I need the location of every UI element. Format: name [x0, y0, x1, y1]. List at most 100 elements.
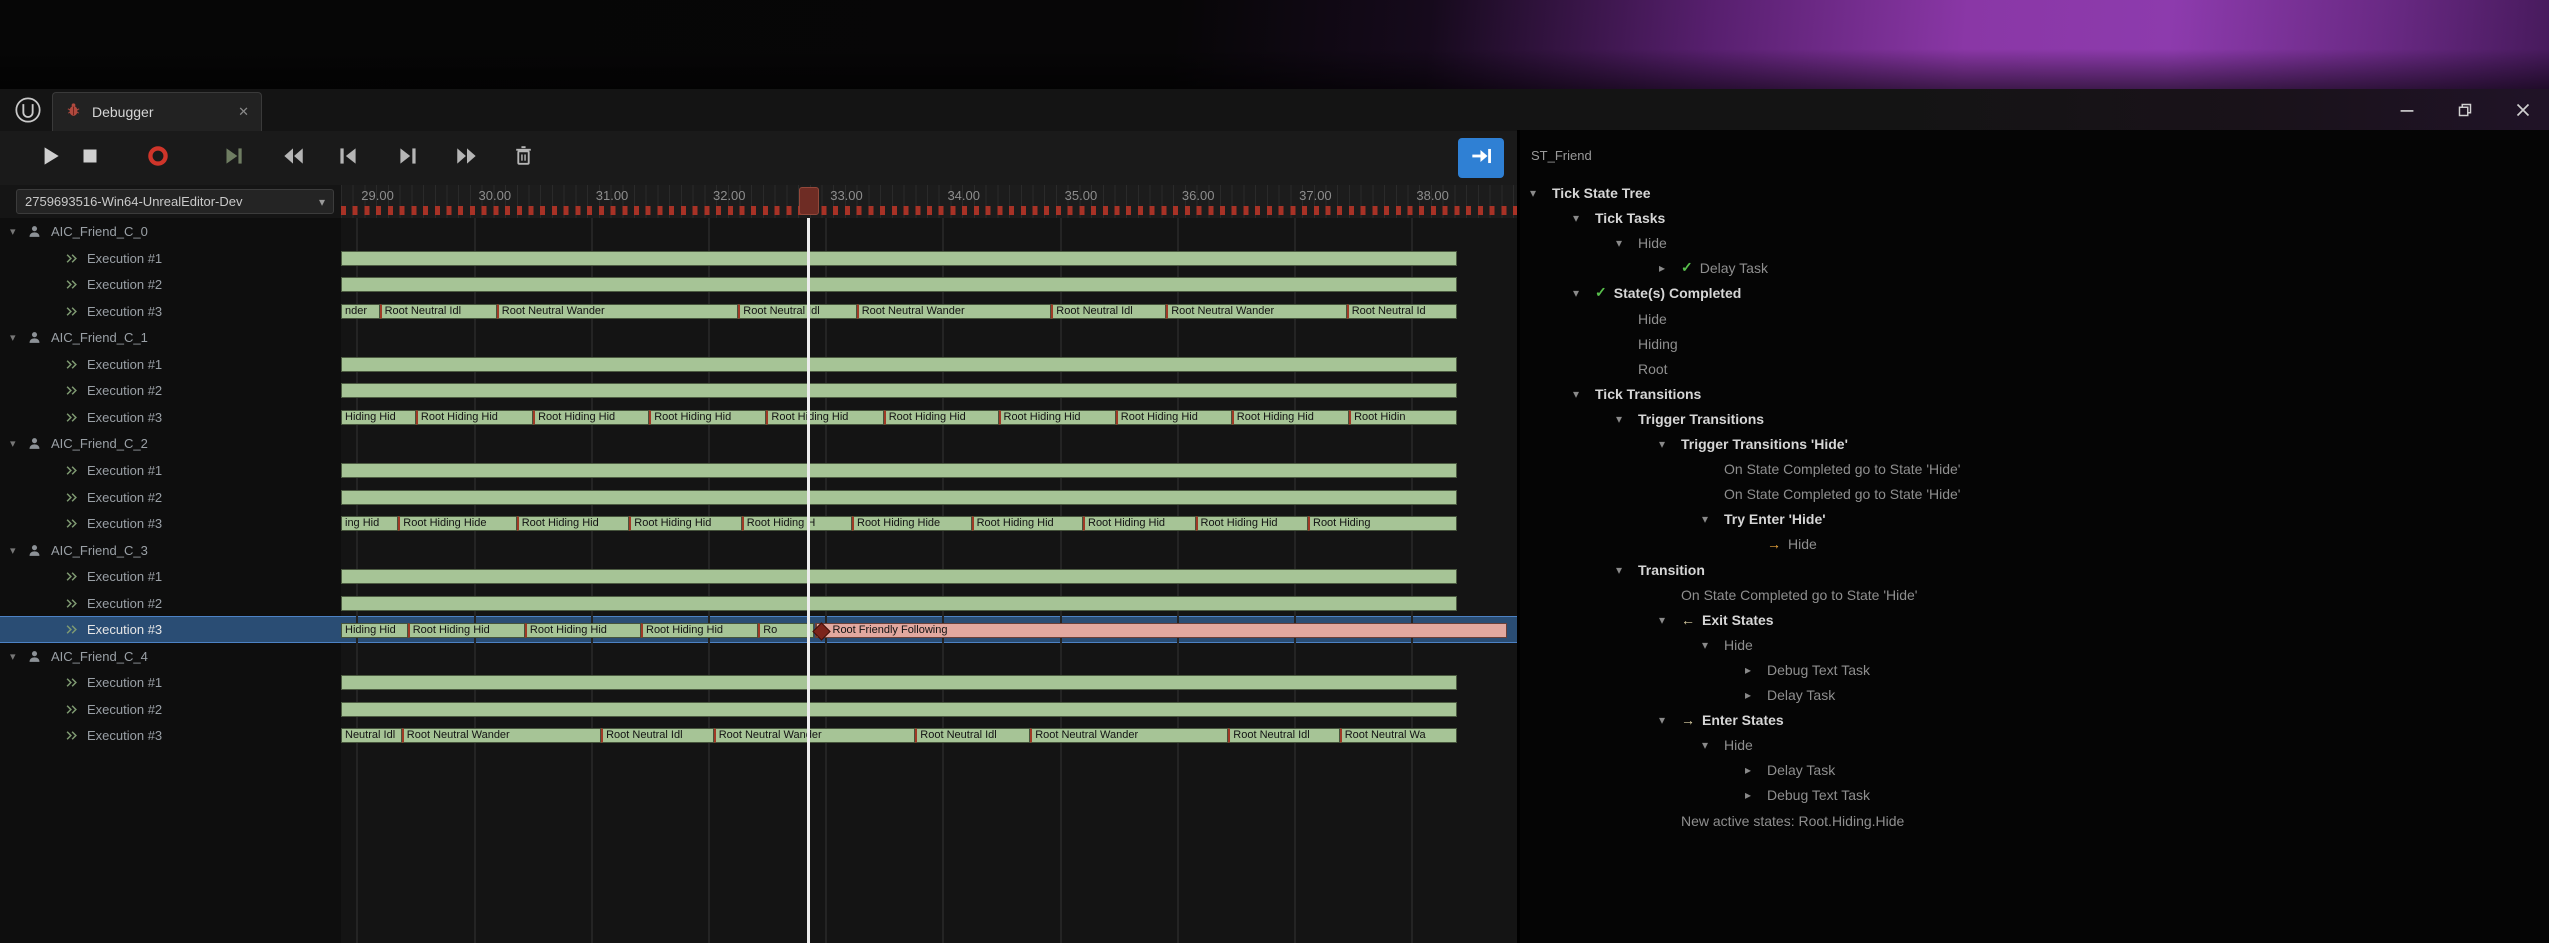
- event-tree-row[interactable]: Root: [1520, 356, 1668, 381]
- timeline-state-segment[interactable]: Root Hiding Hid: [649, 410, 766, 425]
- timeline-state-segment[interactable]: Root Hiding Hid: [1196, 516, 1309, 531]
- event-tree-row[interactable]: New active states: Root.Hiding.Hide: [1520, 808, 1904, 833]
- expander-icon[interactable]: ▾: [10, 544, 26, 557]
- expander-icon[interactable]: ▸: [1745, 763, 1767, 777]
- event-tree-row[interactable]: ▸✓Delay Task: [1520, 255, 1768, 280]
- step-forward-state-button[interactable]: [450, 138, 484, 178]
- timeline-state-segment[interactable]: Root Hiding Hid: [1232, 410, 1349, 425]
- timeline-state-segment[interactable]: Root Hiding Hid: [641, 623, 758, 638]
- expander-icon[interactable]: ▾: [1659, 713, 1681, 727]
- step-back-state-button[interactable]: [276, 138, 310, 178]
- step-back-frame-button[interactable]: [331, 138, 365, 178]
- expander-icon[interactable]: ▸: [1745, 688, 1767, 702]
- execution-row[interactable]: Execution #2: [0, 377, 341, 404]
- timeline-row[interactable]: [341, 245, 1517, 272]
- expander-icon[interactable]: ▾: [10, 650, 26, 663]
- expander-icon[interactable]: ▾: [1616, 412, 1638, 426]
- instance-row[interactable]: ▾AIC_Friend_C_3: [0, 537, 341, 564]
- timeline-row[interactable]: nderRoot Neutral IdlRoot Neutral WanderR…: [341, 298, 1517, 325]
- timeline-state-segment[interactable]: Root Hiding H: [742, 516, 852, 531]
- timeline-state-segment[interactable]: nder: [341, 304, 380, 319]
- timeline-ruler[interactable]: 29.0030.0031.0032.0033.0034.0035.0036.00…: [341, 185, 1517, 218]
- restore-button[interactable]: [2453, 98, 2477, 122]
- event-tree-row[interactable]: ▸Delay Task: [1520, 757, 1835, 782]
- timeline-state-segment[interactable]: Root Neutral Idl: [915, 728, 1030, 743]
- event-tree-row[interactable]: ▾Trigger Transitions 'Hide': [1520, 431, 1848, 456]
- expander-icon[interactable]: ▸: [1659, 261, 1681, 275]
- timeline-row[interactable]: [341, 351, 1517, 378]
- timeline-state-segment[interactable]: [341, 702, 1457, 717]
- event-tree-row[interactable]: ▾Hide: [1520, 732, 1753, 757]
- timeline-state-segment[interactable]: Root Hidin: [1349, 410, 1457, 425]
- execution-row[interactable]: Execution #1: [0, 245, 341, 272]
- expander-icon[interactable]: ▾: [1573, 286, 1595, 300]
- expander-icon[interactable]: ▾: [1702, 738, 1724, 752]
- timeline-row[interactable]: [341, 563, 1517, 590]
- event-tree-row[interactable]: Hiding: [1520, 331, 1678, 356]
- execution-row[interactable]: Execution #3: [0, 722, 341, 749]
- expander-icon[interactable]: ▾: [1702, 638, 1724, 652]
- timeline-state-segment[interactable]: Root Neutral Wander: [402, 728, 601, 743]
- event-tree-row[interactable]: ▾←Exit States: [1520, 607, 1774, 632]
- timeline-state-segment[interactable]: Ro: [758, 623, 814, 638]
- step-forward-frame-button[interactable]: [391, 138, 425, 178]
- timeline-state-segment[interactable]: Root Neutral Id: [1347, 304, 1457, 319]
- timeline-state-segment[interactable]: Root Neutral Idl: [380, 304, 497, 319]
- timeline-state-segment[interactable]: [341, 463, 1457, 478]
- timeline-state-segment[interactable]: [341, 490, 1457, 505]
- expander-icon[interactable]: ▾: [10, 331, 26, 344]
- timeline-state-segment[interactable]: Root Neutral Idl: [738, 304, 856, 319]
- timeline-state-segment[interactable]: [341, 277, 1457, 292]
- timeline-state-segment[interactable]: Hiding Hid: [341, 410, 416, 425]
- expander-icon[interactable]: ▸: [1745, 663, 1767, 677]
- delete-recording-button[interactable]: [506, 138, 540, 178]
- event-tree-row[interactable]: On State Completed go to State 'Hide': [1520, 582, 1917, 607]
- timeline-row[interactable]: Hiding HidRoot Hiding HidRoot Hiding Hid…: [341, 404, 1517, 431]
- timeline-state-segment[interactable]: Root Hiding Hid: [884, 410, 999, 425]
- go-to-latest-button[interactable]: [1458, 138, 1504, 178]
- execution-row[interactable]: Execution #3: [0, 510, 341, 537]
- session-dropdown[interactable]: 2759693516-Win64-UnrealEditor-Dev ▾: [16, 189, 334, 214]
- timeline-state-segment[interactable]: Root Neutral Wander: [857, 304, 1052, 319]
- execution-row[interactable]: Execution #1: [0, 351, 341, 378]
- timeline-row[interactable]: [341, 643, 1517, 670]
- event-tree-row[interactable]: ▾Tick Tasks: [1520, 205, 1665, 230]
- timeline-state-segment[interactable]: Root Neutral Wander: [1030, 728, 1228, 743]
- timeline-state-segment[interactable]: Root Hiding Hid: [533, 410, 649, 425]
- timeline-state-segment[interactable]: Root Hiding Hid: [1116, 410, 1232, 425]
- timeline-state-segment[interactable]: Root Neutral Wander: [497, 304, 739, 319]
- expander-icon[interactable]: ▾: [1659, 437, 1681, 451]
- timeline-state-segment[interactable]: Root Hiding Hid: [408, 623, 525, 638]
- event-tree-row[interactable]: ▾Hide: [1520, 230, 1667, 255]
- execution-row[interactable]: Execution #2: [0, 271, 341, 298]
- event-tree-row[interactable]: →Hide: [1520, 531, 1817, 556]
- event-tree-row[interactable]: ▸Debug Text Task: [1520, 657, 1870, 682]
- record-button[interactable]: [141, 138, 175, 178]
- timeline-row[interactable]: [341, 218, 1517, 245]
- execution-row[interactable]: Execution #1: [0, 457, 341, 484]
- timeline-row[interactable]: [341, 669, 1517, 696]
- instance-row[interactable]: ▾AIC_Friend_C_2: [0, 430, 341, 457]
- expander-icon[interactable]: ▾: [1573, 211, 1595, 225]
- timeline-state-segment[interactable]: Root Hiding Hid: [1083, 516, 1196, 531]
- event-tree-row[interactable]: ▾Tick State Tree: [1520, 180, 1651, 205]
- execution-row[interactable]: Execution #2: [0, 590, 341, 617]
- timeline-state-segment[interactable]: Root Hiding Hide: [398, 516, 516, 531]
- execution-row[interactable]: Execution #3: [0, 404, 341, 431]
- expander-icon[interactable]: ▾: [1573, 387, 1595, 401]
- timeline-state-segment[interactable]: Root Neutral Idl: [1051, 304, 1166, 319]
- timeline-state-segment[interactable]: ing Hid: [341, 516, 398, 531]
- execution-row[interactable]: Execution #2: [0, 484, 341, 511]
- instance-row[interactable]: ▾AIC_Friend_C_0: [0, 218, 341, 245]
- timeline-state-segment[interactable]: Root Neutral Idl: [1228, 728, 1339, 743]
- expander-icon[interactable]: ▾: [1659, 613, 1681, 627]
- timeline-state-segment[interactable]: [341, 357, 1457, 372]
- expander-icon[interactable]: ▸: [1745, 788, 1767, 802]
- event-tree-row[interactable]: On State Completed go to State 'Hide': [1520, 456, 1960, 481]
- timeline-row[interactable]: [341, 377, 1517, 404]
- event-tree-row[interactable]: ▾Try Enter 'Hide': [1520, 506, 1826, 531]
- expander-icon[interactable]: ▾: [1616, 236, 1638, 250]
- timeline-row[interactable]: [341, 457, 1517, 484]
- timeline-state-segment[interactable]: Root Hiding Hid: [999, 410, 1116, 425]
- execution-row[interactable]: Execution #1: [0, 669, 341, 696]
